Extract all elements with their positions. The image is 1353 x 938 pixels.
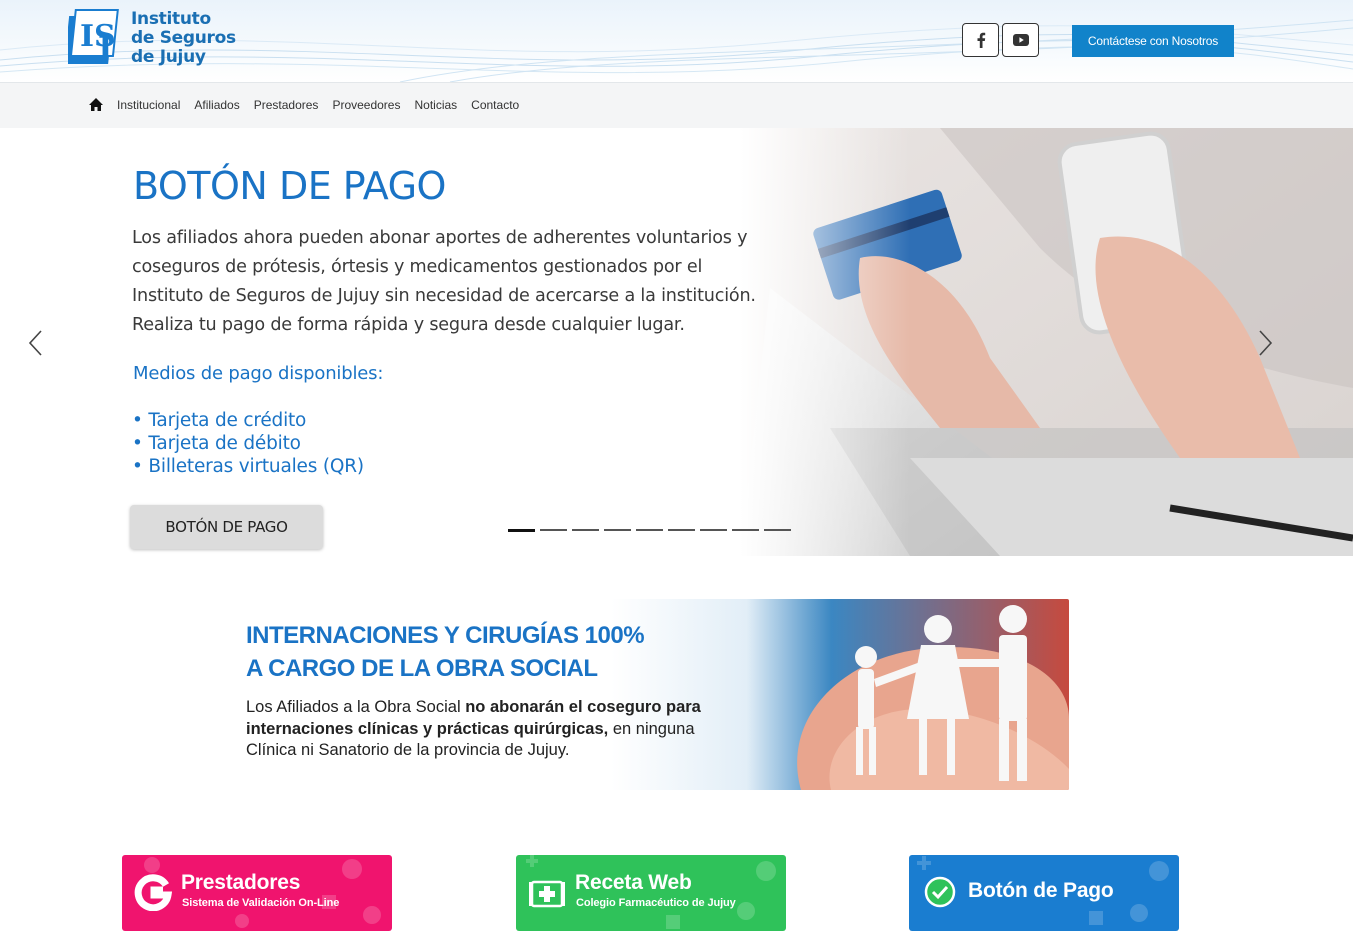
- payment-method-item: • Tarjeta de crédito: [132, 410, 307, 431]
- hero-body-line: Realiza tu pago de forma rápida y segura…: [132, 315, 685, 335]
- slider-indicators: [508, 529, 791, 532]
- card-title: Botón de Pago: [968, 879, 1114, 902]
- banner-text: Los Afiliados a la Obra Social no abonar…: [246, 697, 716, 762]
- logo[interactable]: IS J Instituto de Seguros de Jujuy: [68, 8, 248, 72]
- facebook-icon: [977, 32, 985, 48]
- contact-button[interactable]: Contáctese con Nosotros: [1072, 25, 1234, 57]
- nav-item-proveedores[interactable]: Proveedores: [332, 98, 400, 112]
- youtube-icon: [1012, 34, 1029, 46]
- slider-dot[interactable]: [668, 529, 695, 531]
- main-nav: Institucional Afiliados Prestadores Prov…: [0, 82, 1353, 128]
- nav-items: Institucional Afiliados Prestadores Prov…: [117, 98, 533, 112]
- nav-item-noticias[interactable]: Noticias: [414, 98, 457, 112]
- slider-dot[interactable]: [572, 529, 599, 531]
- slider-dot[interactable]: [540, 529, 567, 531]
- coverage-banner[interactable]: INTERNACIONES Y CIRUGÍAS 100% A CARGO DE…: [221, 599, 1069, 790]
- facebook-button[interactable]: [962, 23, 999, 57]
- hero-body-line: Los afiliados ahora pueden abonar aporte…: [132, 228, 748, 248]
- hero-payment-button[interactable]: BOTÓN DE PAGO: [130, 505, 323, 549]
- svg-text:J: J: [95, 31, 112, 66]
- hero-slider: BOTÓN DE PAGO Los afiliados ahora pueden…: [0, 128, 1353, 556]
- slider-dot[interactable]: [636, 529, 663, 531]
- slider-dot[interactable]: [764, 529, 791, 531]
- card-subtitle: Colegio Farmacéutico de Jujuy: [576, 897, 736, 909]
- payment-method-item: • Billeteras virtuales (QR): [132, 456, 364, 477]
- hero-body: Los afiliados ahora pueden abonar aporte…: [132, 224, 832, 340]
- header: IS J Instituto de Seguros de Jujuy Contá…: [0, 0, 1353, 82]
- card-subtitle: Sistema de Validación On-Line: [182, 897, 340, 909]
- card-prestadores[interactable]: Prestadores Sistema de Validación On-Lin…: [122, 855, 392, 931]
- banner-title: INTERNACIONES Y CIRUGÍAS 100% A CARGO DE…: [246, 619, 645, 685]
- card-boton-de-pago[interactable]: Botón de Pago: [909, 855, 1179, 931]
- hero-body-line: coseguros de prótesis, órtesis y medicam…: [132, 257, 703, 277]
- home-icon[interactable]: [88, 97, 104, 113]
- card-receta-web[interactable]: Receta Web Colegio Farmacéutico de Jujuy: [516, 855, 786, 931]
- banner-text-part1: Los Afiliados a la Obra Social: [246, 698, 466, 716]
- slider-dot[interactable]: [732, 529, 759, 531]
- youtube-button[interactable]: [1002, 23, 1039, 57]
- nav-item-contacto[interactable]: Contacto: [471, 98, 519, 112]
- hero-body-line: Instituto de Seguros de Jujuy sin necesi…: [132, 286, 756, 306]
- logo-text-line1: Instituto: [131, 9, 211, 29]
- hero-title: BOTÓN DE PAGO: [133, 164, 446, 208]
- payment-methods-list: • Tarjeta de crédito • Tarjeta de débito…: [132, 409, 364, 478]
- card-title: Receta Web: [575, 871, 692, 894]
- slider-dot[interactable]: [604, 529, 631, 531]
- banner-title-line1: INTERNACIONES Y CIRUGÍAS 100%: [246, 622, 645, 649]
- slider-dot[interactable]: [508, 529, 535, 532]
- slider-prev-icon[interactable]: [26, 328, 46, 358]
- isj-logo-icon: IS J: [68, 9, 119, 66]
- nav-item-afiliados[interactable]: Afiliados: [194, 98, 239, 112]
- medical-kit-icon: [529, 880, 565, 908]
- card-title: Prestadores: [181, 871, 301, 894]
- check-circle-icon: [924, 876, 956, 908]
- logo-text: Instituto de Seguros de Jujuy: [131, 10, 236, 67]
- logo-text-line2: de Seguros: [131, 28, 236, 48]
- hero-fade: [740, 128, 910, 556]
- banner-title-line2: A CARGO DE LA OBRA SOCIAL: [246, 655, 598, 682]
- slider-next-icon[interactable]: [1255, 328, 1275, 358]
- hero-subtitle: Medios de pago disponibles:: [133, 363, 384, 384]
- nav-item-prestadores[interactable]: Prestadores: [254, 98, 319, 112]
- validation-g-icon: [134, 874, 172, 911]
- nav-item-institucional[interactable]: Institucional: [117, 98, 180, 112]
- logo-text-line3: de Jujuy: [131, 47, 206, 67]
- payment-method-item: • Tarjeta de débito: [132, 433, 301, 454]
- slider-dot[interactable]: [700, 529, 727, 531]
